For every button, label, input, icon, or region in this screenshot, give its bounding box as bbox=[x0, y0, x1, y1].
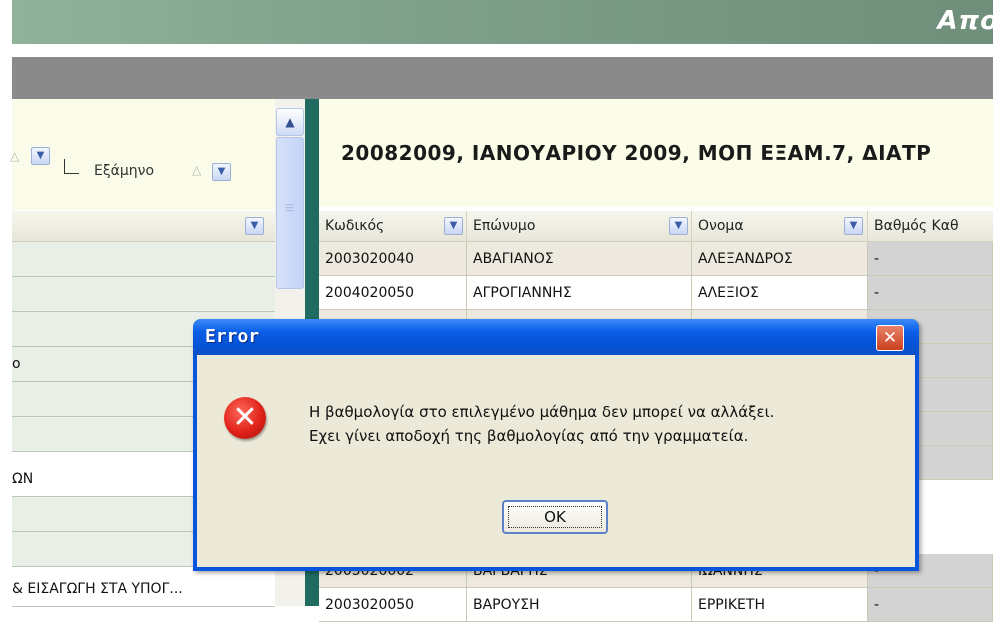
list-item[interactable] bbox=[12, 242, 275, 277]
scroll-up-button[interactable]: ▲ bbox=[276, 108, 304, 136]
group-by-area: △ ▼ Εξάμηνο △ ▼ bbox=[10, 99, 275, 210]
chevron-down-icon[interactable]: ▼ bbox=[212, 163, 231, 181]
list-item[interactable]: & ΕΙΣΑΓΩΓΗ ΣΤΑ ΥΠΟΓ... bbox=[12, 572, 275, 607]
chevron-down-icon[interactable]: ▼ bbox=[31, 147, 50, 165]
focus-rectangle bbox=[508, 506, 602, 528]
cell-surname: ΑΓΡΟΓΙΑΝΝΗΣ bbox=[467, 276, 692, 310]
toolbar-strip bbox=[12, 57, 993, 99]
error-icon: ✕ bbox=[224, 397, 266, 439]
scroll-thumb[interactable]: — — — bbox=[276, 137, 304, 289]
app-banner: Απο bbox=[12, 0, 993, 44]
cell-name: ΑΛΕΞΙΟΣ bbox=[692, 276, 868, 310]
cell-name: ΑΛΕΞΑΝΔΡΟΣ bbox=[692, 242, 868, 276]
ok-button[interactable]: OK bbox=[502, 500, 608, 534]
banner-title: Απο bbox=[937, 6, 993, 36]
grid-header: Κωδικός ▼ Επώνυμο ▼ Ονομα ▼ Βαθμός Καθ bbox=[319, 211, 993, 242]
table-row[interactable]: 2003020040 ΑΒΑΓΙΑΝΟΣ ΑΛΕΞΑΝΔΡΟΣ - bbox=[319, 242, 993, 276]
column-header-grade[interactable]: Βαθμός Καθ bbox=[868, 211, 993, 241]
close-icon: ✕ bbox=[882, 328, 898, 348]
table-row[interactable]: 2004020050 ΑΓΡΟΓΙΑΝΝΗΣ ΑΛΕΞΙΟΣ - bbox=[319, 276, 993, 310]
cell-code: 2003020050 bbox=[319, 588, 467, 622]
chevron-down-icon[interactable]: ▼ bbox=[444, 217, 463, 235]
left-column-header[interactable]: ▼ bbox=[12, 211, 275, 242]
chevron-down-icon[interactable]: ▼ bbox=[669, 217, 688, 235]
dialog-title: Error bbox=[205, 326, 260, 347]
cell-grade[interactable]: - bbox=[868, 588, 993, 622]
cell-code: 2003020040 bbox=[319, 242, 467, 276]
cell-code: 2004020050 bbox=[319, 276, 467, 310]
cell-name: ΕΡΡΙΚΕΤΗ bbox=[692, 588, 868, 622]
dialog-body: ✕ Η βαθμολογία στο επιλεγμένο μάθημα δεν… bbox=[197, 355, 915, 567]
chevron-up-icon: ▲ bbox=[285, 115, 295, 129]
chevron-down-icon[interactable]: ▼ bbox=[245, 217, 264, 235]
error-dialog: Error ✕ ✕ Η βαθμολογία στο επιλεγμένο μά… bbox=[193, 319, 919, 571]
sort-arrow-icon: △ bbox=[192, 163, 202, 177]
error-message-line1: Η βαθμολογία στο επιλεγμένο μάθημα δεν μ… bbox=[309, 403, 775, 421]
table-row[interactable]: 2003020050 ΒΑΡΟΥΣΗ ΕΡΡΙΚΕΤΗ - bbox=[319, 588, 993, 622]
column-header-code[interactable]: Κωδικός ▼ bbox=[319, 211, 467, 241]
cell-grade[interactable]: - bbox=[868, 242, 993, 276]
cell-surname: ΒΑΡΟΥΣΗ bbox=[467, 588, 692, 622]
semester-group-label[interactable]: Εξάμηνο bbox=[94, 163, 154, 179]
tree-connector bbox=[64, 159, 79, 174]
cell-grade[interactable]: - bbox=[868, 276, 993, 310]
column-header-surname[interactable]: Επώνυμο ▼ bbox=[467, 211, 692, 241]
list-item[interactable] bbox=[12, 277, 275, 312]
sort-arrow-icon: △ bbox=[10, 149, 20, 163]
grid-title: 20082009, ΙΑΝΟΥΑΡΙΟΥ 2009, ΜΟΠ ΕΞΑΜ.7, Δ… bbox=[341, 141, 932, 165]
error-message-line2: Εχει γίνει αποδοχή της βαθμολογίας από τ… bbox=[309, 427, 749, 445]
cell-surname: ΑΒΑΓΙΑΝΟΣ bbox=[467, 242, 692, 276]
grid-title-area: 20082009, ΙΑΝΟΥΑΡΙΟΥ 2009, ΜΟΠ ΕΞΑΜ.7, Δ… bbox=[319, 99, 993, 207]
column-header-name[interactable]: Ονομα ▼ bbox=[692, 211, 868, 241]
grip-icon: — — — bbox=[285, 200, 294, 216]
close-button[interactable]: ✕ bbox=[876, 325, 904, 351]
dialog-titlebar[interactable]: Error ✕ bbox=[193, 319, 919, 355]
chevron-down-icon[interactable]: ▼ bbox=[844, 217, 863, 235]
